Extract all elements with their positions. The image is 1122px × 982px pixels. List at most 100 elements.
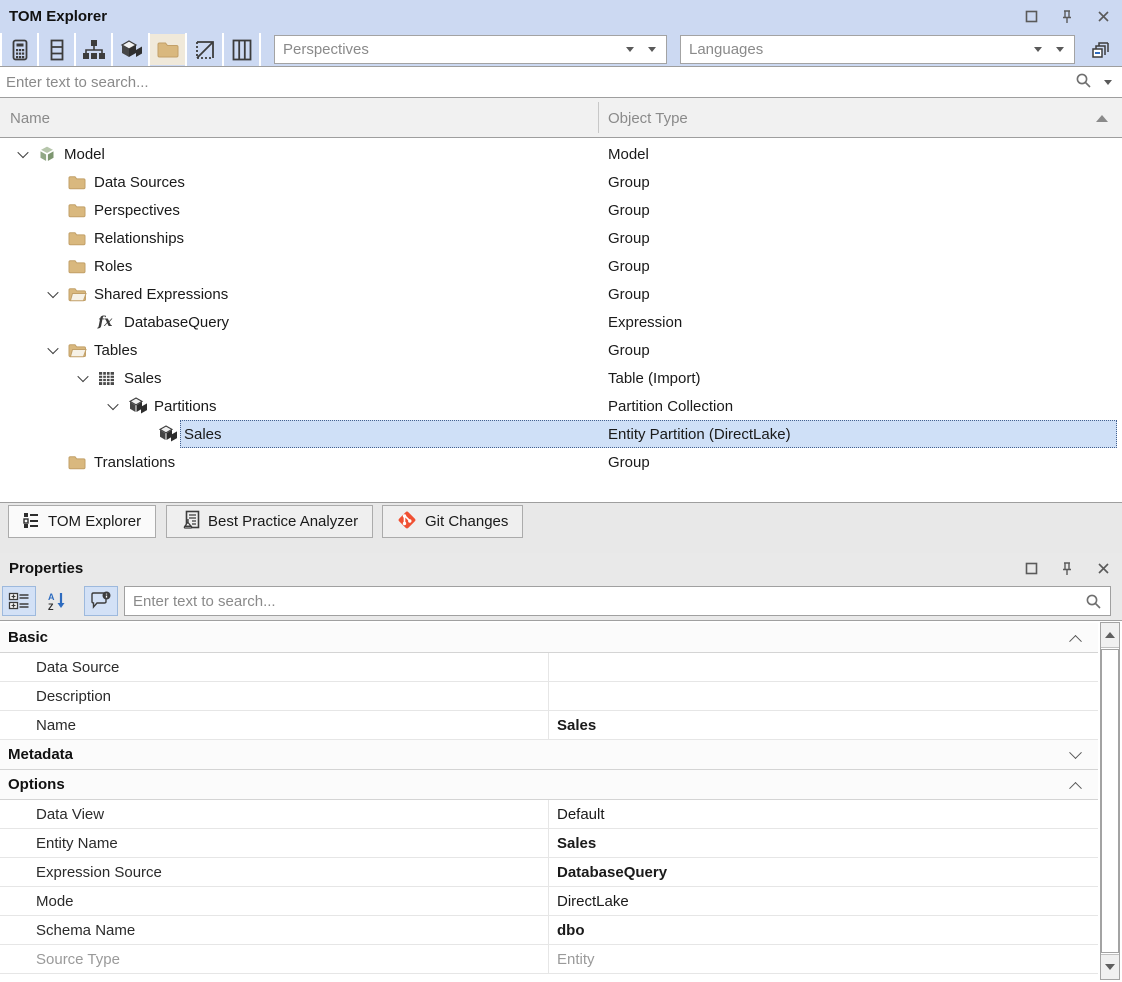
- pin-icon[interactable]: [1056, 557, 1078, 579]
- tree-row-tables[interactable]: Tables Group: [0, 336, 1122, 364]
- tree-row-roles[interactable]: Roles Group: [0, 252, 1122, 280]
- scrollbar-thumb[interactable]: [1101, 649, 1119, 953]
- property-row-data-source: Data Source: [0, 653, 1098, 682]
- search-placeholder: Enter text to search...: [125, 593, 1085, 610]
- section-basic[interactable]: Basic: [0, 623, 1098, 653]
- tree-item-label: Model: [62, 146, 105, 163]
- languages-combobox[interactable]: Languages: [680, 35, 1075, 64]
- section-label: Metadata: [0, 746, 73, 763]
- collapse-icon[interactable]: [1071, 781, 1080, 790]
- column-header-object-type[interactable]: Object Type: [608, 98, 688, 138]
- tom-explorer-titlebar: TOM Explorer: [0, 0, 1122, 33]
- perspectives-combobox[interactable]: Perspectives: [274, 35, 667, 64]
- property-value[interactable]: Sales: [548, 829, 1098, 858]
- property-value[interactable]: dbo: [548, 916, 1098, 945]
- search-icon[interactable]: [1075, 72, 1092, 92]
- chevron-down-icon[interactable]: [38, 280, 68, 308]
- tree-item-label: Roles: [92, 258, 132, 275]
- tree-row-databasequery[interactable]: fx DatabaseQuery Expression: [0, 308, 1122, 336]
- property-value[interactable]: [548, 653, 1098, 682]
- search-icon[interactable]: [1085, 593, 1110, 610]
- svg-text:A: A: [48, 592, 55, 602]
- tree-row-sales-partition-selected[interactable]: Sales Entity Partition (DirectLake): [0, 420, 1122, 448]
- column-header-name[interactable]: Name: [10, 98, 50, 138]
- property-value[interactable]: DirectLake: [548, 887, 1098, 916]
- chevron-down-icon[interactable]: [648, 47, 656, 52]
- cascade-windows-icon[interactable]: [1086, 35, 1116, 64]
- perspectives-placeholder: Perspectives: [275, 41, 626, 58]
- tree-item-type: Entity Partition (DirectLake): [608, 420, 791, 448]
- tree-item-label: DatabaseQuery: [122, 314, 229, 331]
- chevron-down-icon[interactable]: [626, 47, 634, 52]
- chevron-down-icon[interactable]: [1056, 47, 1064, 52]
- property-value[interactable]: [548, 682, 1098, 711]
- chevron-down-icon[interactable]: [8, 140, 38, 168]
- chevron-down-icon[interactable]: [68, 364, 98, 392]
- maximize-icon[interactable]: [1020, 557, 1042, 579]
- expand-icon[interactable]: [1071, 751, 1080, 760]
- tree-row-data-sources[interactable]: Data Sources Group: [0, 168, 1122, 196]
- properties-search-input[interactable]: Enter text to search...: [124, 586, 1111, 616]
- tom-explorer-window: TOM Explorer: [0, 0, 1122, 982]
- tree-item-label: Relationships: [92, 230, 184, 247]
- tree-item-type: Group: [608, 196, 650, 224]
- maximize-icon[interactable]: [1020, 6, 1042, 28]
- description-bubble-icon[interactable]: [84, 586, 118, 616]
- properties-toolbar: A Z Enter text to search...: [0, 583, 1122, 620]
- column-strip-icon[interactable]: [39, 34, 74, 65]
- close-icon[interactable]: [1092, 557, 1114, 579]
- panel-title: TOM Explorer: [0, 8, 107, 25]
- scroll-up-icon[interactable]: [1101, 623, 1119, 648]
- vertical-scrollbar[interactable]: [1100, 622, 1120, 980]
- section-metadata[interactable]: Metadata: [0, 740, 1098, 770]
- property-row-entity-name: Entity Name Sales: [0, 829, 1098, 858]
- tree-item-label: Data Sources: [92, 174, 185, 191]
- tree-row-relationships[interactable]: Relationships Group: [0, 224, 1122, 252]
- hidden-objects-icon[interactable]: [187, 34, 222, 65]
- tree-row-model[interactable]: Model Model: [0, 140, 1122, 168]
- dock-tabstrip: TOM Explorer Best Practice Analyzer Git …: [0, 503, 1122, 553]
- tab-git-changes[interactable]: Git Changes: [382, 505, 523, 538]
- chevron-down-icon[interactable]: [1034, 47, 1042, 52]
- tree-row-sales-table[interactable]: Sales Table (Import): [0, 364, 1122, 392]
- tree-item-type: Table (Import): [608, 364, 701, 392]
- property-label: Mode: [36, 887, 74, 916]
- az-sort-icon[interactable]: A Z: [40, 586, 74, 616]
- tree-row-shared-expressions[interactable]: Shared Expressions Group: [0, 280, 1122, 308]
- property-row-description: Description: [0, 682, 1098, 711]
- partition-icon: [158, 420, 182, 448]
- close-icon[interactable]: [1092, 6, 1114, 28]
- property-label: Expression Source: [36, 858, 162, 887]
- tree-item-type: Group: [608, 252, 650, 280]
- chevron-down-icon[interactable]: [38, 336, 68, 364]
- hierarchy-icon[interactable]: [76, 34, 111, 65]
- chevron-down-icon[interactable]: [98, 392, 128, 420]
- tree-item-label: Perspectives: [92, 202, 180, 219]
- categorized-icon[interactable]: [2, 586, 36, 616]
- property-label: Data Source: [36, 653, 119, 682]
- tab-tom-explorer[interactable]: TOM Explorer: [8, 505, 156, 538]
- property-label: Description: [36, 682, 111, 711]
- tree-search-input[interactable]: Enter text to search...: [0, 66, 1122, 98]
- model-icon: [38, 140, 62, 168]
- section-options[interactable]: Options: [0, 770, 1098, 800]
- property-value[interactable]: Default: [548, 800, 1098, 829]
- scroll-down-icon[interactable]: [1101, 954, 1119, 979]
- calculator-icon[interactable]: [2, 34, 37, 65]
- property-value[interactable]: DatabaseQuery: [548, 858, 1098, 887]
- cube-icon[interactable]: [113, 34, 148, 65]
- chevron-down-icon[interactable]: [1104, 80, 1112, 85]
- table-icon: [98, 364, 122, 392]
- tom-explorer-tree: Model Model Data Sources Group Perspecti…: [0, 138, 1122, 503]
- tree-row-translations[interactable]: Translations Group: [0, 448, 1122, 476]
- pin-icon[interactable]: [1056, 6, 1078, 28]
- tab-best-practice-analyzer[interactable]: Best Practice Analyzer: [166, 505, 373, 538]
- folder-icon[interactable]: [150, 34, 185, 65]
- tree-row-partitions[interactable]: Partitions Partition Collection: [0, 392, 1122, 420]
- columns-icon[interactable]: [224, 34, 259, 65]
- sort-ascending-icon: [1096, 115, 1108, 122]
- property-value[interactable]: Sales: [548, 711, 1098, 740]
- section-label: Basic: [0, 629, 48, 646]
- collapse-icon[interactable]: [1071, 634, 1080, 643]
- tree-row-perspectives[interactable]: Perspectives Group: [0, 196, 1122, 224]
